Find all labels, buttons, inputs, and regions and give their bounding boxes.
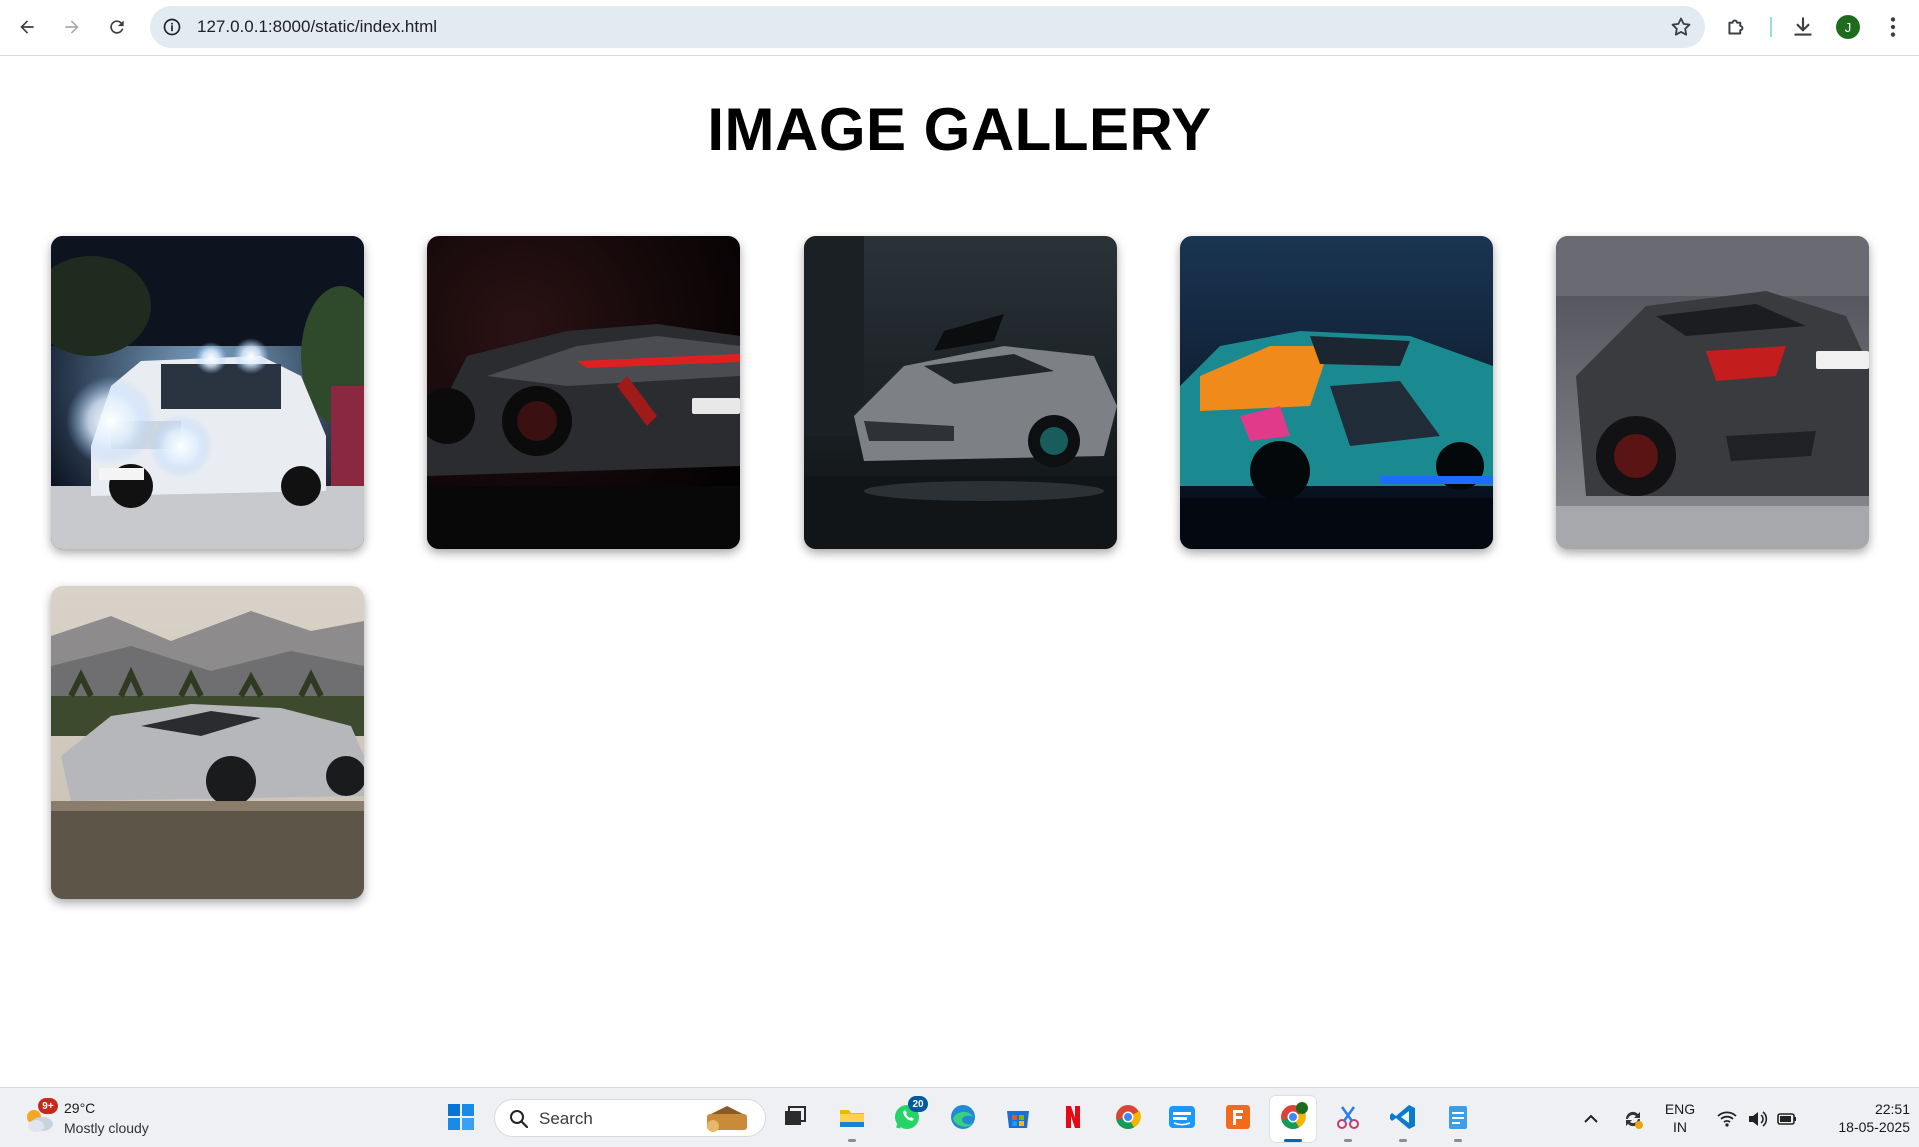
edge-icon[interactable] — [946, 1100, 980, 1134]
forward-arrow-icon[interactable] — [55, 10, 89, 44]
clock-time[interactable]: 22:51 — [1810, 1101, 1910, 1117]
page-title: IMAGE GALLERY — [707, 96, 1212, 163]
chrome-profile-icon[interactable] — [1276, 1100, 1310, 1134]
search-icon — [510, 1110, 529, 1129]
taskbar-search[interactable]: Search — [494, 1099, 766, 1137]
weather-temperature: 29°C — [64, 1100, 96, 1116]
extensions-icon[interactable] — [1724, 14, 1750, 40]
weather-badge: 9+ — [38, 1098, 58, 1114]
clock-date[interactable]: 18-05-2025 — [1810, 1119, 1910, 1135]
page-content: IMAGE GALLERY — [0, 57, 1919, 1087]
download-icon[interactable] — [1790, 14, 1816, 40]
whatsapp-unread-badge: 20 — [908, 1096, 928, 1112]
netflix-icon[interactable] — [1056, 1100, 1090, 1134]
gallery-image-6[interactable] — [51, 586, 364, 899]
bookmark-star-icon[interactable] — [1669, 15, 1693, 39]
gallery-image-4[interactable] — [1180, 236, 1493, 549]
windows-taskbar: 9+ 29°C Mostly cloudy Search 20 ENG IN 2… — [0, 1087, 1919, 1147]
gallery-image-3[interactable] — [804, 236, 1117, 549]
notepad-running-indicator — [1454, 1139, 1462, 1142]
volume-icon[interactable] — [1746, 1108, 1768, 1130]
toolbar-divider — [1770, 17, 1772, 37]
file-explorer-icon[interactable] — [835, 1100, 869, 1134]
microsoft-store-icon[interactable] — [1001, 1100, 1035, 1134]
language-indicator-line2[interactable]: IN — [1660, 1119, 1700, 1135]
search-highlight-icon — [707, 1106, 747, 1132]
back-arrow-icon[interactable] — [10, 10, 44, 44]
notepad-icon[interactable] — [1441, 1100, 1475, 1134]
address-bar[interactable]: 127.0.0.1:8000/static/index.html — [150, 6, 1705, 48]
explorer-running-indicator — [848, 1139, 856, 1142]
sync-icon[interactable] — [1622, 1108, 1644, 1130]
site-info-icon[interactable] — [160, 15, 184, 39]
more-menu-icon[interactable] — [1880, 14, 1906, 40]
vscode-running-indicator — [1399, 1139, 1407, 1142]
snipping-running-indicator — [1344, 1139, 1352, 1142]
windows-start-icon[interactable] — [444, 1100, 478, 1134]
language-indicator-line1[interactable]: ENG — [1660, 1101, 1700, 1117]
reload-icon[interactable] — [100, 10, 134, 44]
task-view-icon[interactable] — [778, 1100, 812, 1134]
weather-widget[interactable]: 9+ 29°C Mostly cloudy — [18, 1098, 208, 1140]
prime-video-icon[interactable] — [1165, 1100, 1199, 1134]
weather-description: Mostly cloudy — [64, 1120, 149, 1136]
battery-icon[interactable] — [1776, 1108, 1798, 1130]
browser-toolbar: 127.0.0.1:8000/static/index.html J — [0, 0, 1919, 56]
wifi-icon[interactable] — [1716, 1108, 1738, 1130]
vscode-icon[interactable] — [1386, 1100, 1420, 1134]
gallery-image-5[interactable] — [1556, 236, 1869, 549]
url-text[interactable]: 127.0.0.1:8000/static/index.html — [197, 17, 437, 37]
fus-app-icon[interactable] — [1221, 1100, 1255, 1134]
profile-avatar[interactable]: J — [1836, 15, 1860, 39]
chrome-icon[interactable] — [1111, 1100, 1145, 1134]
chrome-running-indicator — [1284, 1139, 1302, 1142]
gallery-image-2[interactable] — [427, 236, 740, 549]
snipping-tool-icon[interactable] — [1331, 1100, 1365, 1134]
gallery-image-1[interactable] — [51, 236, 364, 549]
chevron-up-icon[interactable] — [1580, 1108, 1602, 1130]
search-placeholder: Search — [539, 1109, 593, 1128]
